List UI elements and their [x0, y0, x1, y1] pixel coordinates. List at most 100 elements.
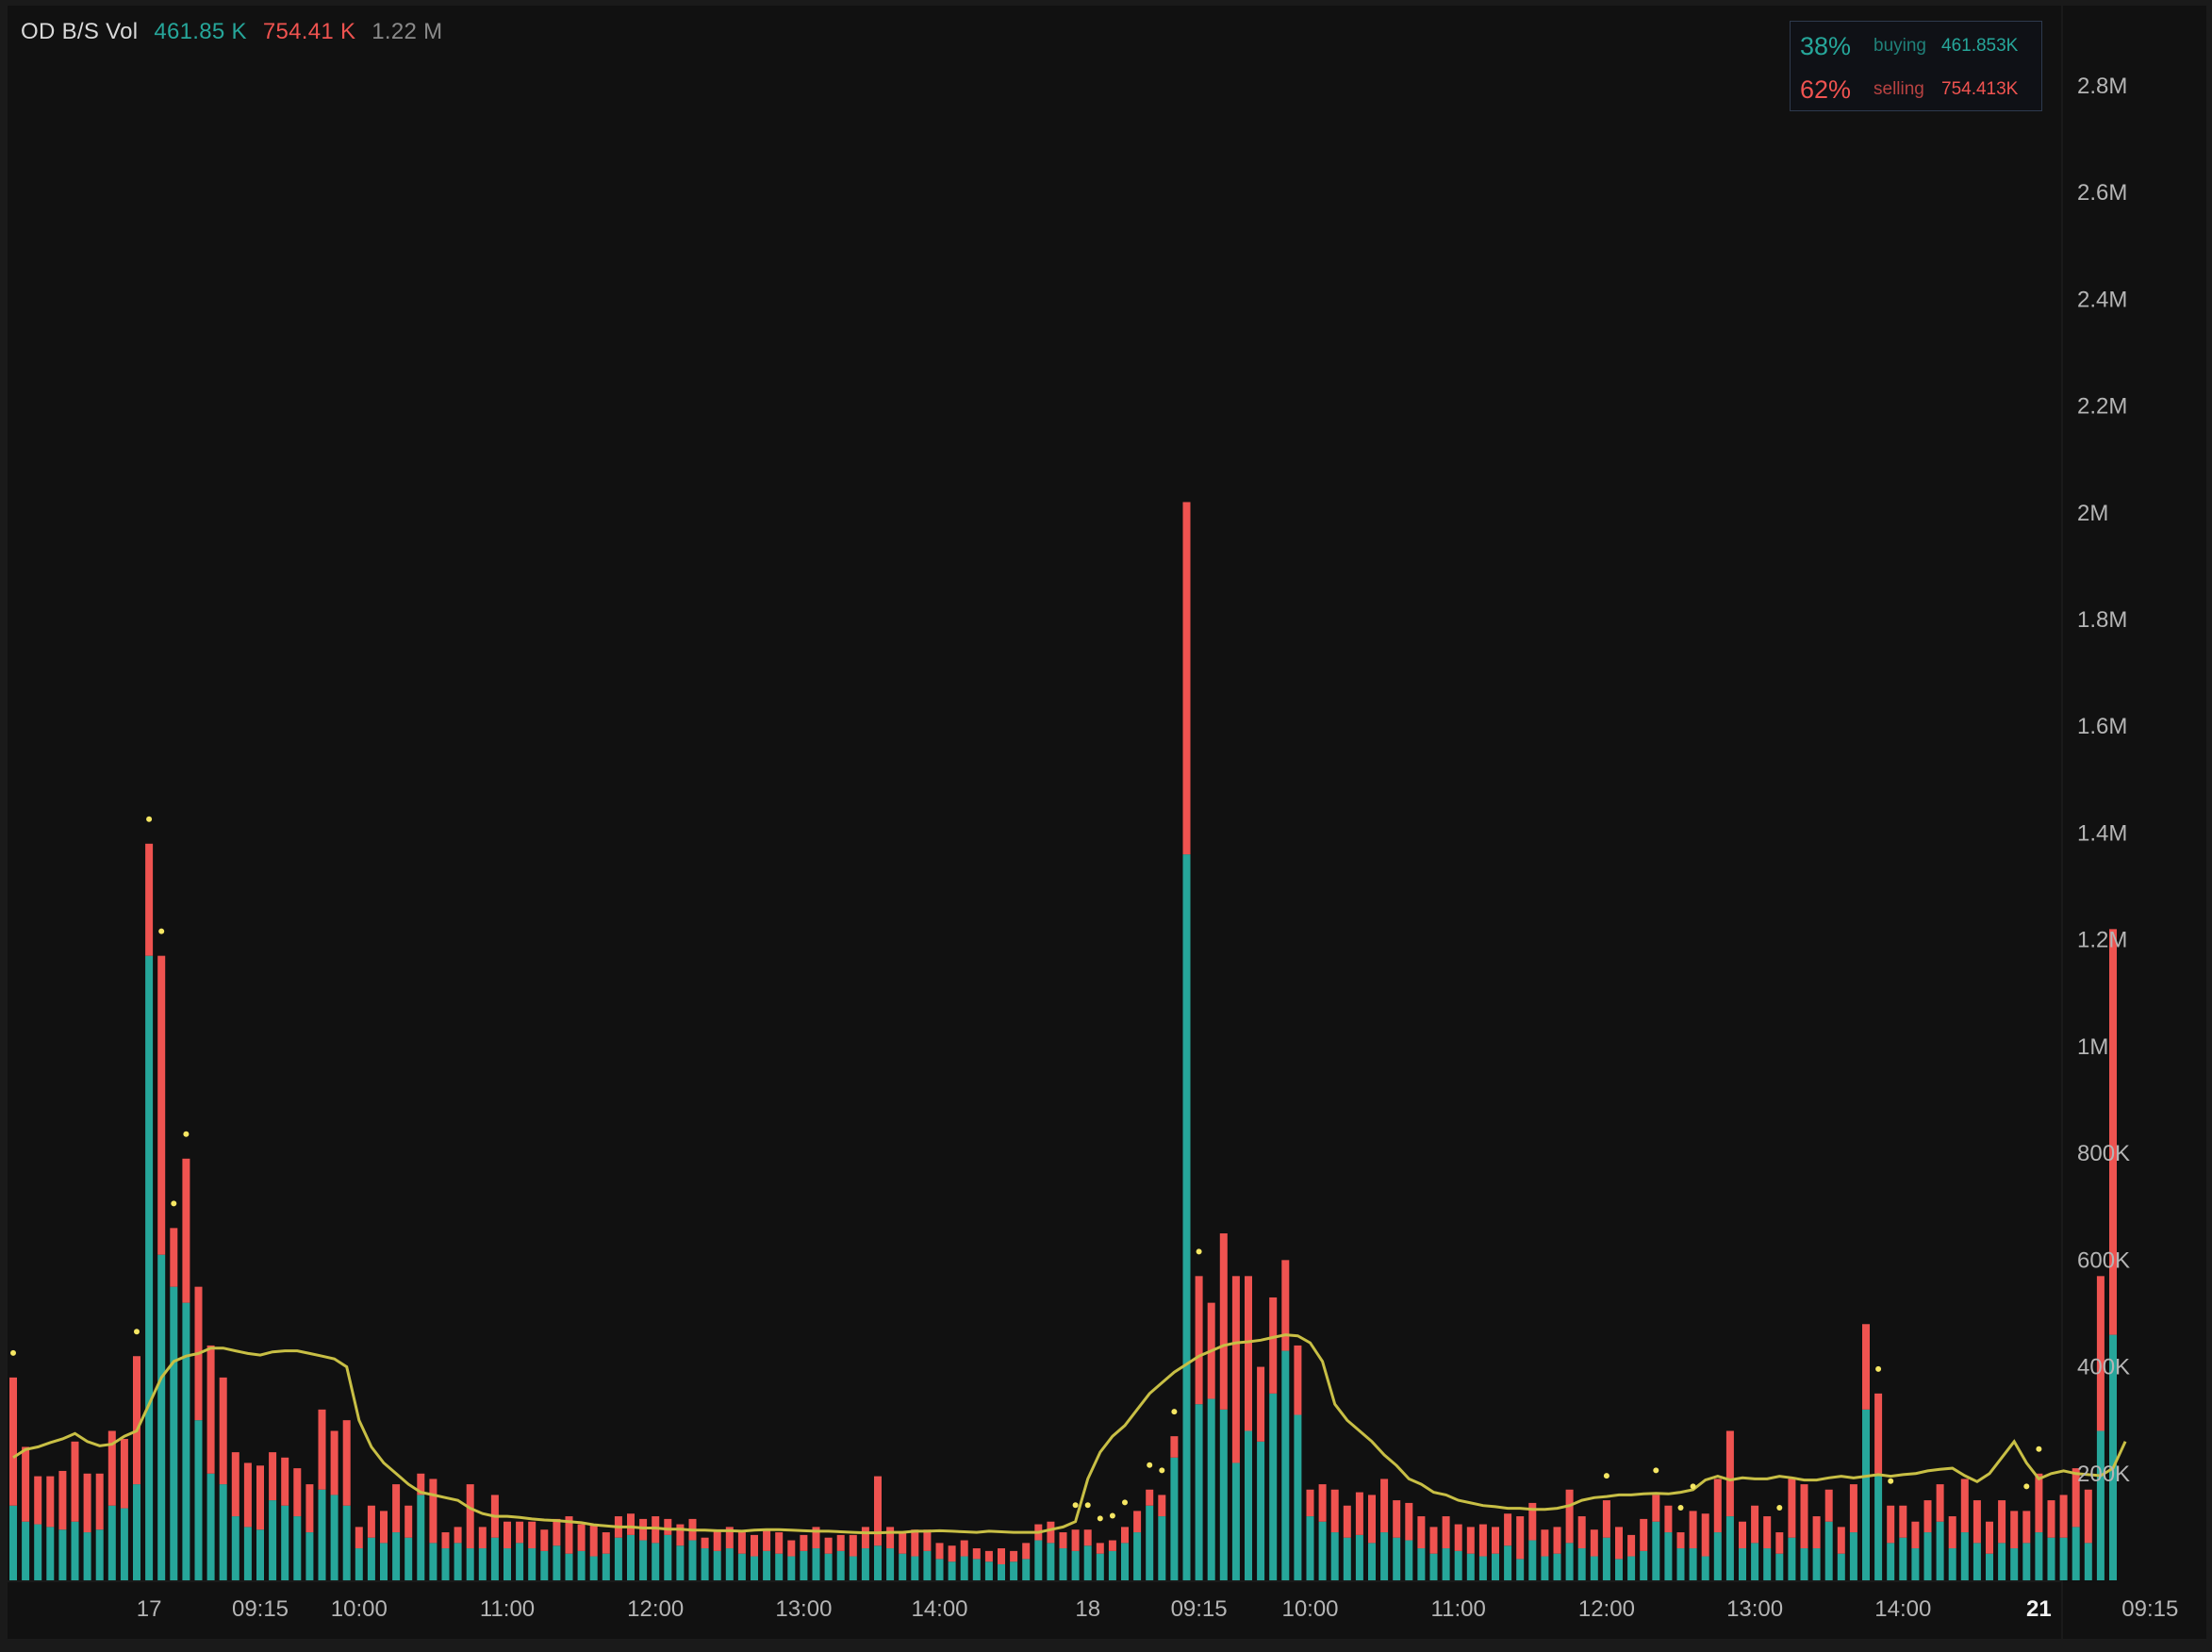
volume-spike-marker — [146, 816, 153, 822]
bar-selling — [1010, 1550, 1018, 1562]
bar-selling — [1478, 1524, 1487, 1557]
bar-buying — [652, 1543, 660, 1580]
bar-buying — [466, 1548, 474, 1580]
bar-buying — [688, 1540, 697, 1580]
bar-buying — [1911, 1548, 1920, 1580]
bar-selling — [392, 1484, 401, 1533]
bar-selling — [71, 1441, 79, 1522]
bar-buying — [935, 1559, 944, 1580]
bar-selling — [1133, 1511, 1142, 1533]
x-tick-label: 11:00 — [480, 1596, 535, 1622]
bar-buying — [133, 1484, 140, 1580]
bar-buying — [1146, 1505, 1154, 1580]
bar-selling — [2109, 929, 2117, 1335]
bar-selling — [1442, 1516, 1450, 1549]
y-tick-label: 2.2M — [2077, 394, 2127, 420]
bar-selling — [1713, 1479, 1722, 1533]
bar-buying — [404, 1537, 413, 1580]
y-tick-label: 1M — [2077, 1034, 2108, 1060]
bar-buying — [95, 1529, 104, 1580]
bar-buying — [1071, 1550, 1080, 1580]
bar-buying — [1725, 1516, 1734, 1580]
bar-selling — [1899, 1505, 1907, 1538]
bar-selling — [243, 1462, 252, 1528]
bar-buying — [1960, 1532, 1969, 1580]
bar-buying — [1318, 1521, 1327, 1580]
moving-average-layer — [12, 1333, 2127, 1535]
bar-selling — [577, 1524, 586, 1551]
bar-selling — [861, 1527, 869, 1549]
bar-selling — [1504, 1513, 1512, 1546]
bar-buying — [602, 1553, 610, 1580]
bar-buying — [1306, 1516, 1314, 1580]
bar-selling — [923, 1529, 932, 1551]
bar-buying — [355, 1548, 363, 1580]
bar-selling — [404, 1505, 413, 1538]
bar-selling — [589, 1524, 598, 1557]
bar-buying — [9, 1505, 17, 1580]
bar-buying — [1269, 1393, 1278, 1580]
bar-selling — [2059, 1495, 2068, 1538]
bar-selling — [1269, 1297, 1278, 1394]
bar-selling — [231, 1452, 239, 1517]
bar-selling — [1800, 1484, 1808, 1549]
bar-selling — [1330, 1489, 1339, 1533]
bar-selling — [972, 1548, 981, 1560]
bar-selling — [1146, 1489, 1154, 1506]
bar-selling — [1565, 1489, 1574, 1544]
bar-selling — [1725, 1430, 1734, 1517]
volume-spike-marker — [1109, 1512, 1115, 1519]
bar-selling — [1751, 1505, 1759, 1544]
bar-selling — [849, 1534, 857, 1557]
bar-selling — [1998, 1500, 2006, 1544]
bar-buying — [1948, 1548, 1956, 1580]
bar-selling — [787, 1540, 796, 1557]
bar-selling — [1775, 1532, 1784, 1554]
bar-selling — [1676, 1532, 1685, 1549]
volume-spike-marker — [1072, 1502, 1079, 1509]
selling-row: 62% selling 754.413K — [1800, 71, 2018, 108]
bar-buying — [1380, 1532, 1389, 1580]
bar-buying — [824, 1553, 833, 1580]
bar-buying — [664, 1534, 672, 1580]
bar-selling — [441, 1532, 450, 1549]
legend-sell-value: 754.41 K — [262, 19, 356, 44]
bar-selling — [1577, 1516, 1586, 1549]
bar-buying — [318, 1489, 326, 1580]
bar-selling — [751, 1534, 758, 1557]
y-tick-label: 1.4M — [2077, 820, 2127, 846]
bar-buying — [1862, 1409, 1870, 1580]
x-tick-label: 12:00 — [627, 1596, 684, 1622]
bar-selling — [281, 1457, 289, 1506]
indicator-title[interactable]: OD B/S Vol — [21, 19, 138, 44]
bar-selling — [1763, 1516, 1772, 1549]
bar-buying — [2096, 1430, 2105, 1580]
bar-buying — [2072, 1527, 2080, 1580]
bar-selling — [1948, 1516, 1956, 1549]
bar-buying — [1219, 1409, 1228, 1580]
x-tick-label: 09:15 — [1171, 1596, 1228, 1622]
bar-selling — [602, 1532, 610, 1554]
bar-buying — [1492, 1553, 1499, 1580]
bar-buying — [737, 1553, 746, 1580]
bar-selling — [503, 1521, 511, 1549]
y-tick-label: 600K — [2077, 1247, 2130, 1273]
bar-buying — [874, 1545, 882, 1580]
bar-buying — [269, 1500, 277, 1580]
bar-selling — [9, 1377, 17, 1506]
volume-spike-marker — [158, 928, 165, 934]
bar-buying — [1108, 1550, 1116, 1580]
bar-buying — [1701, 1556, 1709, 1580]
bar-buying — [1565, 1543, 1574, 1580]
bar-buying — [1195, 1404, 1203, 1580]
bar-selling — [1739, 1521, 1746, 1549]
bar-buying — [281, 1505, 289, 1580]
bar-selling — [1245, 1276, 1252, 1431]
bar-selling — [960, 1540, 968, 1557]
bar-buying — [2084, 1543, 2092, 1580]
bar-selling — [1986, 1521, 1993, 1554]
y-tick-label: 2M — [2077, 501, 2108, 526]
bar-buying — [1713, 1532, 1722, 1580]
x-tick-label: 11:00 — [1431, 1596, 1486, 1622]
bar-buying — [553, 1545, 561, 1580]
